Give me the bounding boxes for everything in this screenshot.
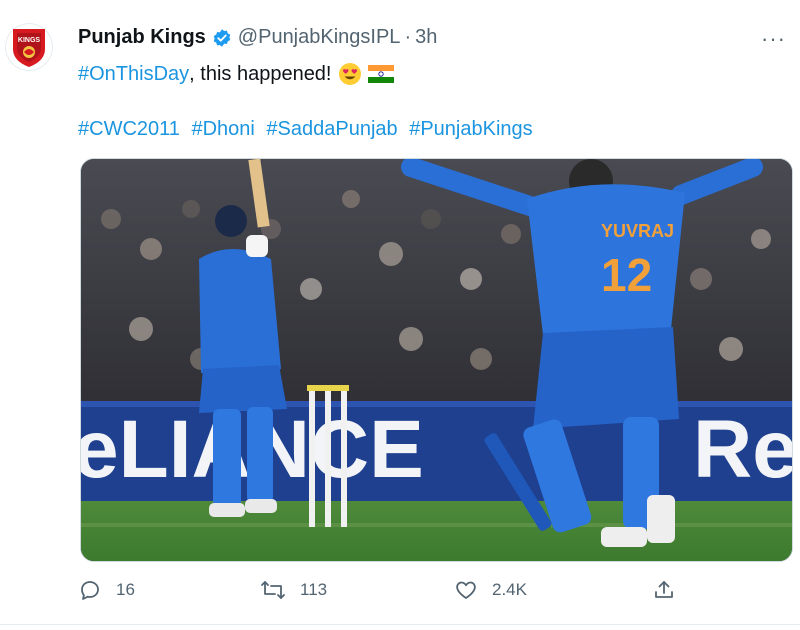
tweet[interactable]: KINGS Punjab Kings @PunjabKingsIPL · 3h … [0, 0, 800, 630]
reply-icon [81, 581, 99, 600]
hashtag-link[interactable]: #Dhoni [191, 118, 254, 140]
retweet-count: 113 [300, 580, 328, 599]
india-flag-icon [367, 65, 394, 83]
cricket-photo-illustration: eLIANCE Re [81, 159, 792, 561]
author-handle[interactable]: @PunjabKingsIPL [238, 26, 401, 49]
header-separator: · [404, 26, 412, 48]
divider [0, 624, 800, 625]
tweet-text: , this happened! [189, 62, 332, 85]
hashtag-link[interactable]: #PunjabKings [409, 118, 532, 140]
tweet-text-line-1: #OnThisDay , this happened! [78, 62, 394, 86]
heart-icon [456, 581, 476, 599]
tweet-photo[interactable]: eLIANCE Re [80, 158, 793, 562]
reply-button[interactable]: 16 [78, 578, 135, 602]
timestamp[interactable]: 3h [415, 26, 437, 49]
retweet-icon [261, 581, 285, 599]
author-name[interactable]: Punjab Kings [78, 26, 206, 49]
retweet-button[interactable]: 113 [260, 578, 327, 602]
jersey-name: YUVRAJ [601, 221, 674, 241]
heart-eyes-emoji-icon [338, 62, 362, 86]
pitch-grass [81, 501, 792, 561]
stumps [307, 385, 349, 527]
avatar[interactable]: KINGS [6, 24, 52, 70]
reply-count: 16 [116, 580, 135, 599]
share-button[interactable] [652, 578, 690, 602]
tweet-actions: 16 113 2.4K [78, 578, 718, 608]
hashtag-link[interactable]: #OnThisDay [78, 63, 189, 86]
like-button[interactable]: 2.4K [454, 578, 527, 602]
like-count: 2.4K [492, 580, 527, 599]
hashtag-link[interactable]: #SaddaPunjab [266, 118, 397, 140]
verified-badge-icon [212, 28, 232, 48]
svg-text:KINGS: KINGS [18, 37, 41, 44]
hashtag-link[interactable]: #CWC2011 [78, 118, 180, 140]
ad-banner-text-right: Re [693, 404, 792, 495]
share-icon [655, 581, 673, 598]
punjab-kings-logo: KINGS [13, 29, 45, 67]
jersey-number: 12 [601, 249, 652, 301]
hashtags-line: #CWC2011 #Dhoni #SaddaPunjab #PunjabKing… [78, 118, 539, 141]
more-options-button[interactable]: ··· [761, 26, 786, 52]
tweet-header: Punjab Kings @PunjabKingsIPL · 3h [78, 26, 437, 49]
